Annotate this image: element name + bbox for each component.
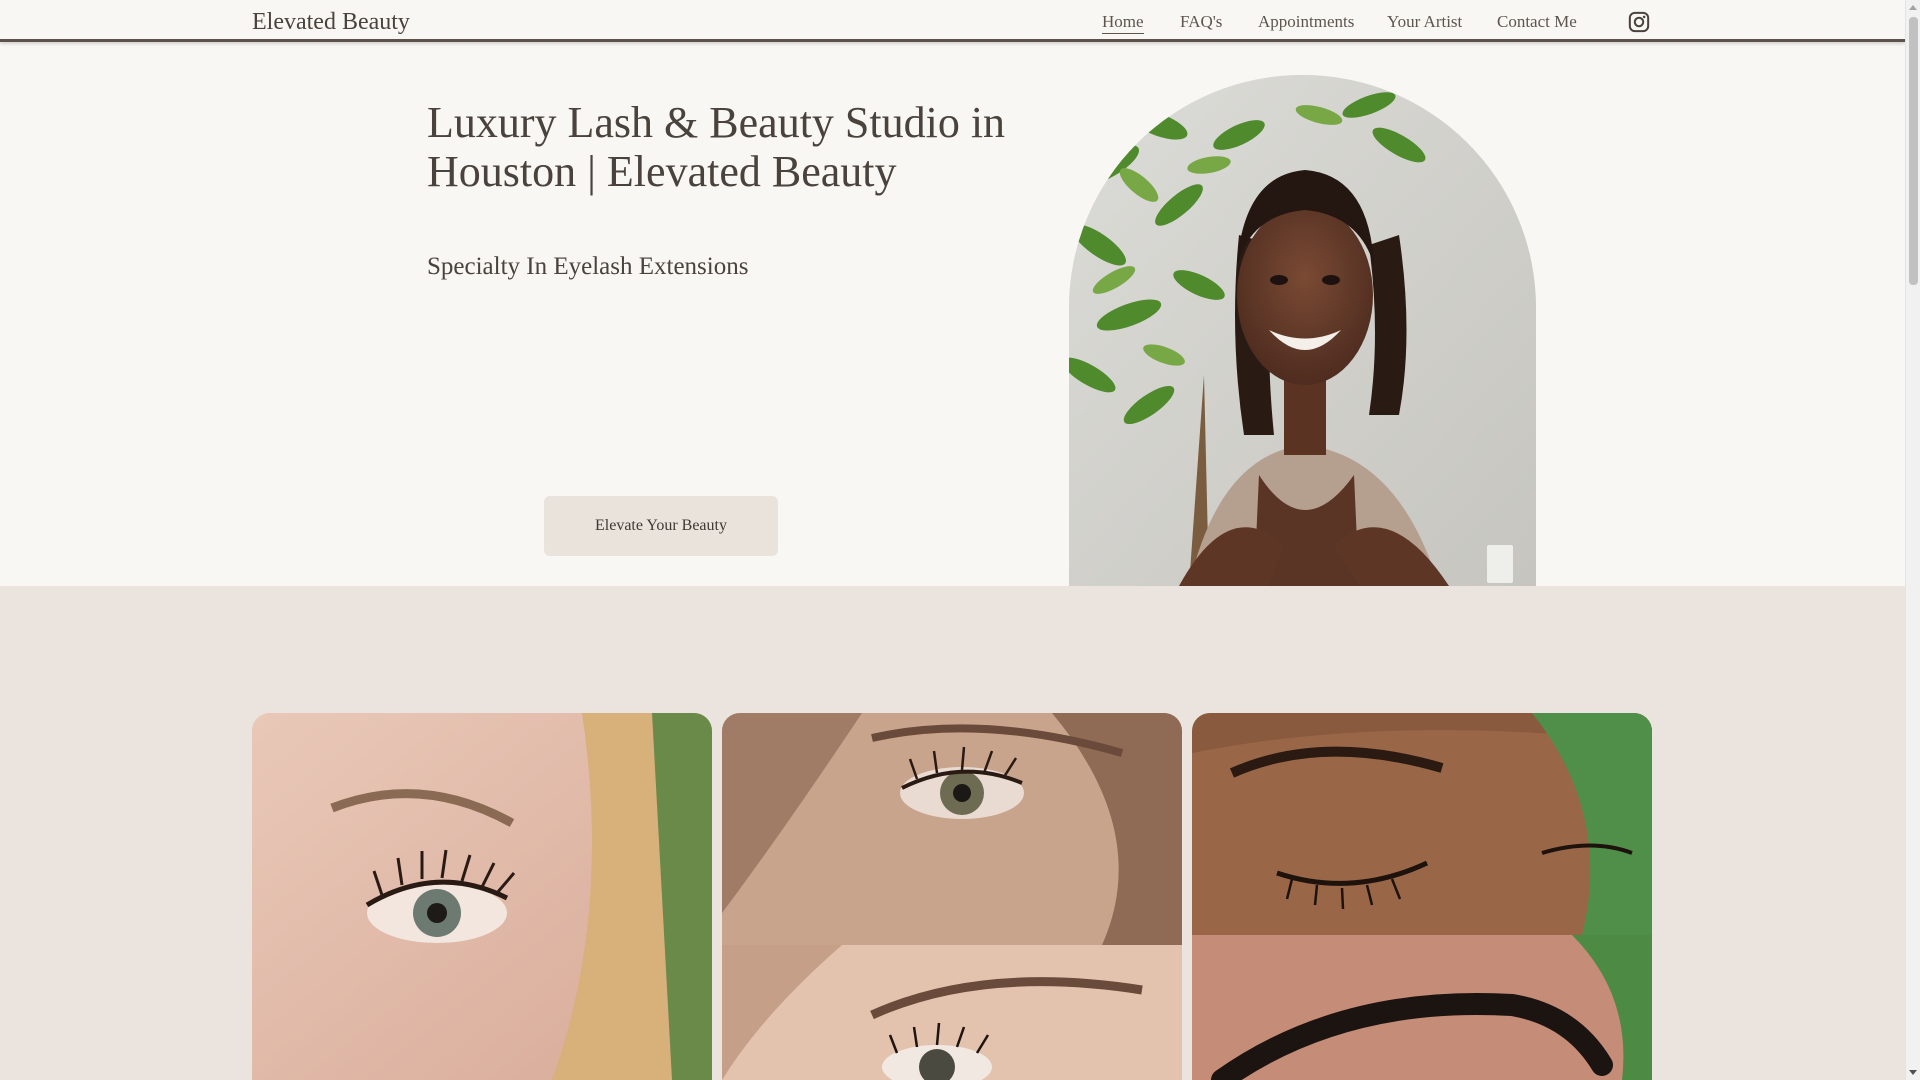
artist-portrait-image — [1069, 75, 1536, 586]
nav-faqs[interactable]: FAQ's — [1180, 12, 1222, 32]
site-header: Elevated Beauty Home FAQ's Appointments … — [0, 0, 1905, 42]
nav-appointments[interactable]: Appointments — [1258, 12, 1354, 32]
elevate-your-beauty-button[interactable]: Elevate Your Beauty — [544, 496, 778, 556]
scrollbar-thumb[interactable] — [1909, 17, 1918, 285]
scroll-down-icon[interactable] — [1909, 1070, 1917, 1075]
nav-contact-me[interactable]: Contact Me — [1497, 12, 1577, 32]
hero-subtitle: Specialty In Eyelash Extensions — [427, 253, 749, 280]
hero-title: Luxury Lash & Beauty Studio in Houston |… — [427, 98, 1006, 196]
scroll-up-icon[interactable] — [1909, 5, 1917, 10]
gallery-section — [0, 586, 1905, 1080]
instagram-icon[interactable] — [1628, 11, 1650, 33]
lash-photo-2 — [722, 713, 1182, 945]
lash-photo-3 — [722, 945, 1182, 1080]
main-nav: Home FAQ's Appointments Your Artist Cont… — [0, 12, 1905, 36]
hero-section: Luxury Lash & Beauty Studio in Houston |… — [0, 45, 1905, 586]
lash-photo-1 — [252, 713, 712, 1080]
nav-home[interactable]: Home — [1102, 12, 1144, 34]
brow-photo-5 — [1192, 935, 1652, 1080]
lash-photo-4 — [1192, 713, 1652, 935]
nav-your-artist[interactable]: Your Artist — [1387, 12, 1462, 32]
page: Elevated Beauty Home FAQ's Appointments … — [0, 0, 1905, 1080]
vertical-scrollbar[interactable] — [1905, 0, 1920, 1080]
